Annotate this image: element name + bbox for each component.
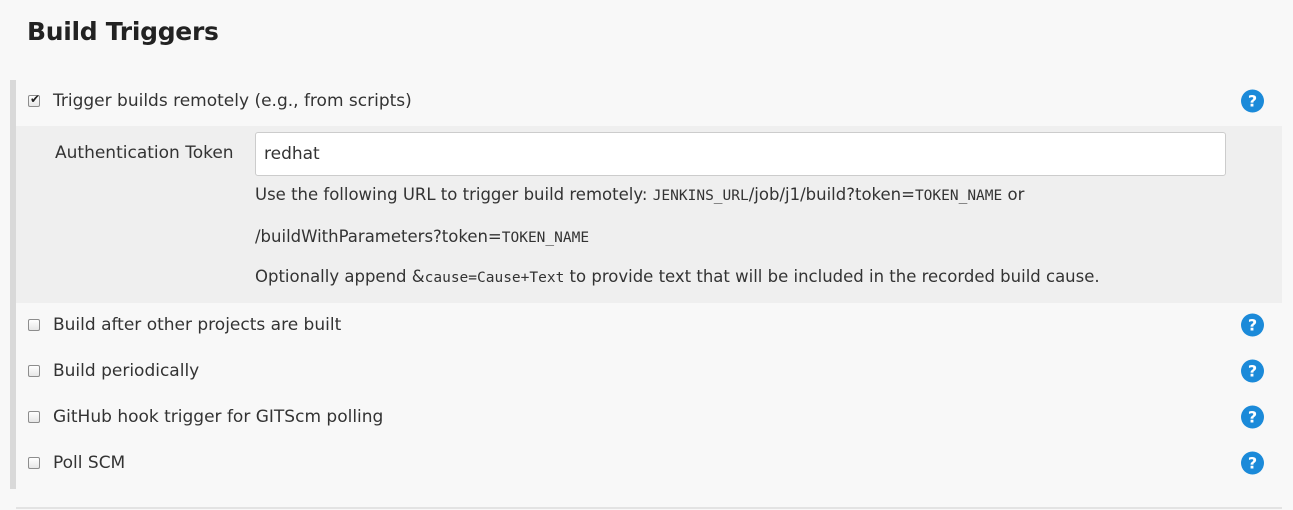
trigger-periodically-label[interactable]: Build periodically	[53, 361, 199, 381]
help-text-job-path: /job/j1/build?token=	[748, 185, 915, 204]
trigger-row-periodically: Build periodically ?	[16, 348, 1282, 394]
help-icon[interactable]: ?	[1241, 405, 1264, 429]
help-text-append: Optionally append	[255, 267, 412, 286]
trigger-row-poll-scm: Poll SCM ?	[16, 440, 1282, 486]
trigger-after-other-projects-checkbox[interactable]	[28, 319, 40, 331]
trigger-row-github-hook: GitHub hook trigger for GITScm polling ?	[16, 394, 1282, 440]
trigger-remote-checkbox[interactable]: ✔	[28, 92, 41, 107]
section-title: Build Triggers	[27, 17, 219, 46]
help-text-ampersand: &	[411, 267, 425, 286]
help-text-line-3: Optionally append &cause=Cause+Text to p…	[255, 267, 1100, 286]
auth-token-label: Authentication Token	[55, 143, 234, 163]
trigger-poll-scm-label[interactable]: Poll SCM	[53, 453, 125, 473]
help-icon[interactable]: ?	[1241, 89, 1264, 113]
code-cause-param: cause=Cause+Text	[424, 270, 565, 286]
help-text-line-2: /buildWithParameters?token=TOKEN_NAME	[255, 227, 589, 246]
trigger-github-hook-checkbox[interactable]	[28, 411, 40, 423]
help-text-or: or	[1002, 185, 1025, 204]
auth-token-input[interactable]	[255, 132, 1226, 176]
trigger-github-hook-label[interactable]: GitHub hook trigger for GITScm polling	[53, 407, 383, 427]
remote-trigger-options: Authentication Token Use the following U…	[16, 126, 1282, 303]
trigger-remote-label[interactable]: Trigger builds remotely (e.g., from scri…	[53, 91, 412, 111]
help-text-prefix: Use the following URL to trigger build r…	[255, 185, 653, 204]
trigger-row-remote: ✔ Trigger builds remotely (e.g., from sc…	[16, 78, 1282, 124]
help-icon[interactable]: ?	[1241, 359, 1264, 383]
help-text-cause-desc: to provide text that will be included in…	[564, 267, 1100, 286]
help-text-params-path: /buildWithParameters?token=	[255, 227, 502, 246]
code-jenkins-url: JENKINS_URL	[652, 188, 749, 204]
help-icon[interactable]: ?	[1241, 313, 1264, 337]
code-token-name: TOKEN_NAME	[914, 188, 1003, 204]
trigger-after-other-projects-label[interactable]: Build after other projects are built	[53, 315, 341, 335]
section-divider	[16, 507, 1282, 509]
help-icon[interactable]: ?	[1241, 451, 1264, 475]
trigger-poll-scm-checkbox[interactable]	[28, 457, 40, 469]
trigger-periodically-checkbox[interactable]	[28, 365, 40, 377]
trigger-row-after-other-projects: Build after other projects are built ?	[16, 302, 1282, 348]
checkmark-icon: ✔	[30, 92, 41, 106]
code-token-name: TOKEN_NAME	[501, 230, 590, 246]
help-text-line-1: Use the following URL to trigger build r…	[255, 185, 1024, 204]
